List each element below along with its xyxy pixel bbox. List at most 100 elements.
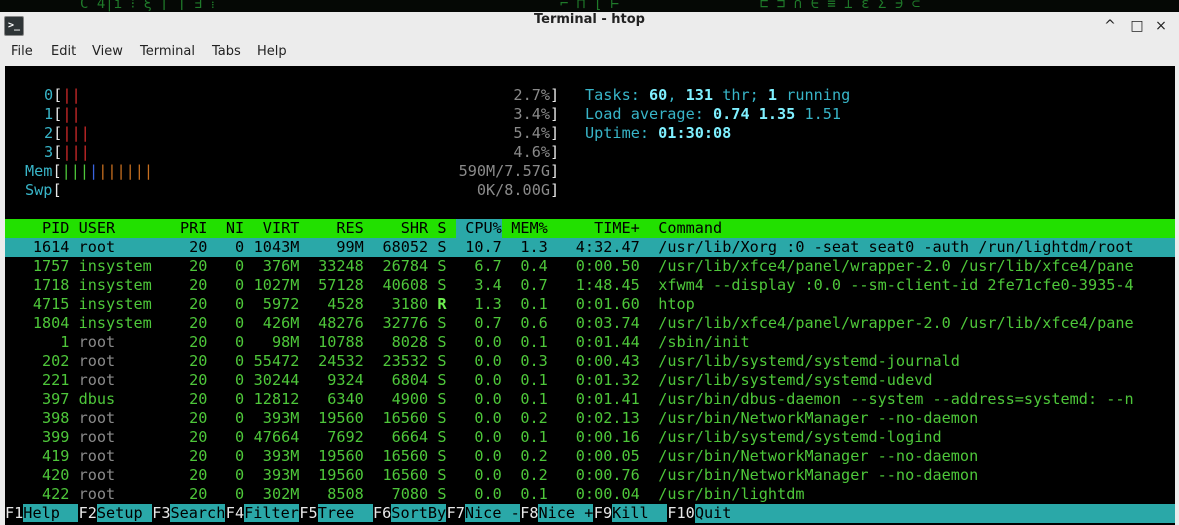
menu-help[interactable]: Help bbox=[257, 44, 287, 59]
process-cpu: 0.0 bbox=[474, 409, 502, 427]
menu-tabs[interactable]: Tabs bbox=[212, 44, 241, 59]
column-header-pri[interactable]: PRI bbox=[171, 219, 207, 238]
fkey-action-f7: Nice - bbox=[464, 504, 520, 522]
process-time: 0:00.43 bbox=[575, 352, 640, 370]
process-row[interactable]: 221 root 20 0 30244 9324 6804 S 0.0 0.1 0:01.32/us… bbox=[5, 371, 1175, 390]
fkey-action-f3: Search bbox=[170, 504, 226, 522]
fkey-f10[interactable]: F10Quit bbox=[667, 504, 1175, 523]
column-header-user[interactable]: USER bbox=[79, 219, 162, 238]
process-command: /usr/lib/Xorg :0 -seat seat0 -auth /run/… bbox=[658, 238, 1134, 256]
process-command: /usr/lib/systemd/systemd-journald bbox=[658, 352, 960, 370]
desktop-background: C̈ 4∣i ⁝ ξ ⌈ ⌉ ∃ ⁞ ⌐ ⊓ ⌊ ⊢ ⊏ ⊐ ∩ ∈ ≡ ⊥ ε Σ… bbox=[0, 0, 1179, 12]
column-header-cpu[interactable]: CPU% bbox=[455, 219, 502, 238]
terminal-screen[interactable]: 0[|| 1[|| 2[||| 3[||| Mem[|||||||||| Swp… bbox=[5, 66, 1175, 525]
fkey-f6[interactable]: F6SortBy bbox=[373, 504, 447, 523]
process-user: insystem bbox=[78, 295, 152, 313]
column-header-ni[interactable]: NI bbox=[217, 219, 244, 238]
fkey-f9[interactable]: F9Kill bbox=[594, 504, 667, 523]
process-user: insystem bbox=[78, 314, 152, 332]
process-ni: 0 bbox=[235, 295, 245, 313]
process-ni: 0 bbox=[235, 314, 245, 332]
process-row[interactable]: 398 root 20 0 393M 19560 16560 S 0.0 0.2 0:02.13/u… bbox=[5, 409, 1175, 428]
process-row[interactable]: 1614 root 20 0 1043M 99M 68052 S 10.7 1.3 4:32.47 /… bbox=[5, 238, 1175, 257]
fkey-f2[interactable]: F2Setup bbox=[79, 504, 152, 523]
process-user: root bbox=[78, 352, 116, 370]
process-shr: 26784 bbox=[382, 257, 429, 275]
process-user: insystem bbox=[78, 257, 152, 275]
process-time: 0:01.44 bbox=[575, 333, 640, 351]
column-header-mem[interactable]: MEM% bbox=[502, 219, 548, 238]
process-mem: 0.1 bbox=[520, 390, 548, 408]
column-header-s[interactable]: S bbox=[437, 219, 446, 238]
process-row[interactable]: 1757 insystem 20 0 376M 33248 26784 S 6.7 0.4 0:00… bbox=[5, 257, 1175, 276]
column-header-pid[interactable]: PID bbox=[5, 219, 69, 238]
process-res: 9324 bbox=[327, 371, 364, 389]
process-pri: 20 bbox=[189, 485, 208, 503]
process-ni: 0 bbox=[235, 257, 245, 275]
menu-file[interactable]: File bbox=[11, 44, 33, 59]
process-shr: 8028 bbox=[391, 333, 429, 351]
process-s: S bbox=[437, 352, 447, 370]
column-header-shr[interactable]: SHR bbox=[364, 219, 428, 238]
process-command: xfwm4 --display :0.0 --sm-client-id 2fe7… bbox=[658, 276, 1134, 294]
process-shr: 4900 bbox=[391, 390, 429, 408]
process-ni: 0 bbox=[235, 352, 245, 370]
fkey-label-f3: F3 bbox=[152, 504, 171, 522]
column-header-virt[interactable]: VIRT bbox=[244, 219, 300, 238]
fkey-label-f1: F1 bbox=[5, 504, 24, 522]
mem-meter: Mem[|||||||||| bbox=[25, 162, 154, 180]
process-mem: 0.1 bbox=[520, 295, 548, 313]
column-header-row[interactable]: PID USER PRI NI VIRT RES SHR S CPU% MEM% TIME+ Comm… bbox=[5, 219, 1175, 238]
column-header-time[interactable]: TIME+ bbox=[548, 219, 640, 238]
process-pri: 20 bbox=[189, 390, 208, 408]
process-row[interactable]: 420 root 20 0 393M 19560 16560 S 0.0 0.2 0:00.76/u… bbox=[5, 466, 1175, 485]
process-row[interactable]: 1 root 20 0 98M 10788 8028 S 0.0 0.1 0:01.44/sbin/… bbox=[5, 333, 1175, 352]
process-res: 57128 bbox=[318, 276, 364, 294]
process-user: root bbox=[78, 409, 116, 427]
fkey-f5[interactable]: F5Tree bbox=[299, 504, 373, 523]
process-pid: 420 bbox=[41, 466, 70, 484]
process-mem: 0.2 bbox=[520, 466, 548, 484]
process-row[interactable]: 202 root 20 0 55472 24532 23532 S 0.0 0.3 0:00.43 /… bbox=[5, 352, 1175, 371]
process-row[interactable]: 1804 insystem 20 0 426M 48276 32776 S 0.7 0.6 0:03… bbox=[5, 314, 1175, 333]
process-s: S bbox=[437, 466, 447, 484]
process-row[interactable]: 419 root 20 0 393M 19560 16560 S 0.0 0.2 0:00.05/u… bbox=[5, 447, 1175, 466]
process-command: /usr/bin/NetworkManager --no-daemon bbox=[658, 466, 979, 484]
cpu2-meter: 2[||| bbox=[44, 124, 90, 142]
window-title: Terminal - htop bbox=[533, 12, 645, 27]
process-virt: 393M bbox=[262, 466, 300, 484]
process-row[interactable]: 422 root 20 0 302M 8508 7080 S 0.0 0.1 0:00.04/usr… bbox=[5, 485, 1175, 504]
process-row[interactable]: 1718 insystem 20 0 1027M 57128 40608 S 3.4 0.7 1:4… bbox=[5, 276, 1175, 295]
process-row[interactable]: 399 root 20 0 47664 7692 6664 S 0.0 0.1 0:00.16/us… bbox=[5, 428, 1175, 447]
column-header-res[interactable]: RES bbox=[309, 219, 363, 238]
fkey-f7[interactable]: F7Nice - bbox=[447, 504, 520, 523]
process-row[interactable]: 4715 insystem 20 0 5972 4528 3180 R 1.3 0.1 0:01.6… bbox=[5, 295, 1175, 314]
menu-edit[interactable]: Edit bbox=[51, 44, 76, 59]
fkey-f4[interactable]: F4Filter bbox=[226, 504, 299, 523]
process-virt: 98M bbox=[271, 333, 300, 351]
process-pri: 20 bbox=[189, 276, 208, 294]
fkey-f8[interactable]: F8Nice + bbox=[520, 504, 594, 523]
process-cpu: 0.0 bbox=[474, 371, 502, 389]
process-user: dbus bbox=[78, 390, 116, 408]
shade-icon[interactable]: ^ bbox=[1101, 17, 1119, 35]
process-s: S bbox=[437, 257, 447, 275]
close-icon[interactable]: × bbox=[1152, 17, 1170, 35]
process-ni: 0 bbox=[235, 238, 245, 256]
maximize-icon[interactable]: □ bbox=[1128, 17, 1146, 35]
process-pid: 398 bbox=[41, 409, 70, 427]
process-res: 19560 bbox=[318, 466, 364, 484]
menu-bar: File Edit View Terminal Tabs Help bbox=[0, 41, 1179, 65]
menu-terminal[interactable]: Terminal bbox=[140, 44, 195, 59]
process-pri: 20 bbox=[189, 314, 208, 332]
process-row[interactable]: 397 dbus 20 0 12812 6340 4900 S 0.0 0.1 0:01.41/us… bbox=[5, 390, 1175, 409]
fkey-f3[interactable]: F3Search bbox=[152, 504, 226, 523]
menu-view[interactable]: View bbox=[92, 44, 123, 59]
fkey-f1[interactable]: F1Help bbox=[5, 504, 79, 523]
process-mem: 0.6 bbox=[520, 314, 548, 332]
process-pid: 397 bbox=[41, 390, 70, 408]
process-command: /usr/lib/systemd/systemd-udevd bbox=[658, 371, 933, 389]
process-s: S bbox=[437, 485, 447, 503]
column-header-command[interactable]: Command bbox=[658, 219, 1175, 238]
title-bar[interactable]: >_ Terminal - htop ^ □ × bbox=[0, 12, 1179, 41]
